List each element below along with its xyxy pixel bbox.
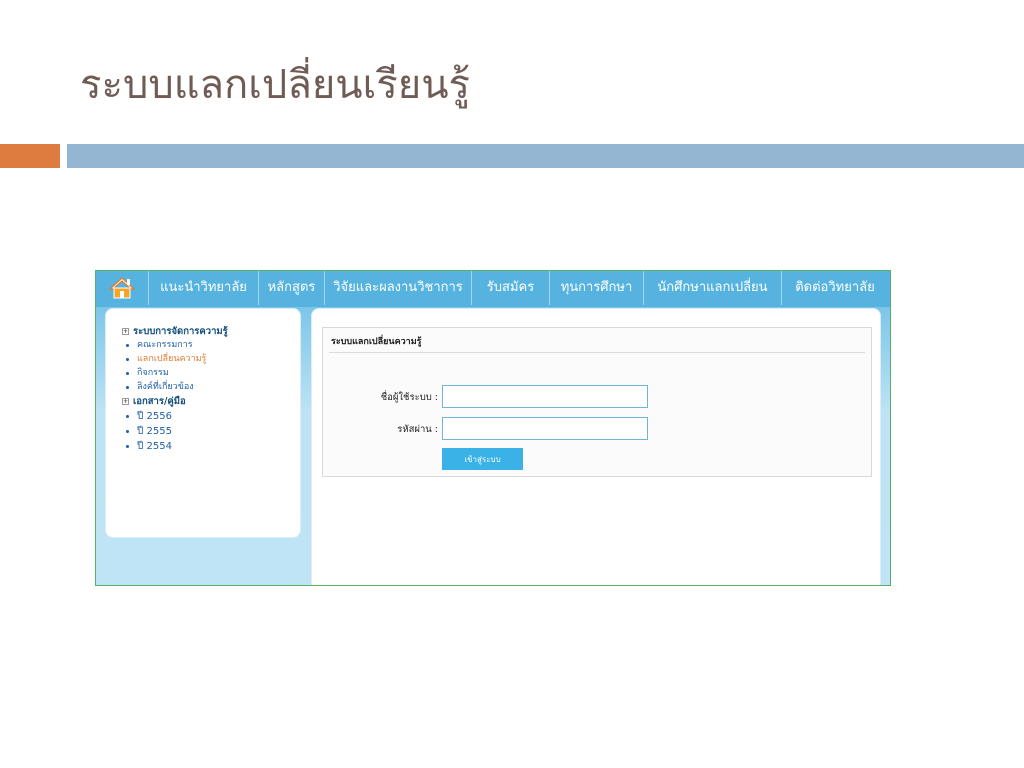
top-navigation: แนะนำวิทยาลัย หลักสูตร วิจัยและผลงานวิชา… — [96, 271, 890, 305]
sidebar-item-year-2555[interactable]: ปี 2555 — [122, 425, 300, 438]
expand-icon: + — [122, 327, 129, 335]
nav-item-exchange-students[interactable]: นักศึกษาแลกเปลี่ยน — [643, 271, 781, 305]
sidebar-item-label: ลิงค์ที่เกี่ยวข้อง — [137, 382, 194, 392]
sidebar-item-label: ปี 2555 — [137, 426, 172, 437]
panel-title: ระบบแลกเปลี่ยนความรู้ — [331, 337, 422, 347]
password-input[interactable] — [442, 417, 648, 440]
sidebar-item-related-links[interactable]: ลิงค์ที่เกี่ยวข้อง — [122, 381, 300, 394]
sidebar-section-label: ระบบการจัดการความรู้ — [133, 326, 228, 337]
nav-item-about[interactable]: แนะนำวิทยาลัย — [148, 271, 258, 305]
username-input[interactable] — [442, 385, 648, 408]
sidebar-section-label: เอกสาร/คู่มือ — [133, 396, 186, 407]
slide-title: ระบบแลกเปลี่ยนเรียนรู้ — [80, 62, 471, 108]
bullet-icon — [126, 430, 129, 433]
sidebar-item-label: ปี 2556 — [137, 411, 172, 422]
login-button[interactable]: เข้าสู่ระบบ — [442, 448, 523, 470]
sidebar-item-knowledge-exchange[interactable]: แลกเปลี่ยนความรู้ — [122, 353, 300, 366]
bullet-icon — [126, 358, 129, 361]
accent-bar-orange — [0, 144, 60, 168]
website-screenshot: แนะนำวิทยาลัย หลักสูตร วิจัยและผลงานวิชา… — [95, 270, 891, 586]
password-label: รหัสผ่าน : — [397, 424, 438, 435]
sidebar-item-label: คณะกรรมการ — [137, 340, 193, 350]
home-icon — [109, 277, 135, 299]
bullet-icon — [126, 445, 129, 448]
expand-icon: + — [122, 397, 129, 405]
bullet-icon — [126, 372, 129, 375]
sidebar-section-documents[interactable]: + เอกสาร/คู่มือ — [122, 395, 300, 408]
sidebar-item-label: แลกเปลี่ยนความรู้ — [137, 354, 207, 364]
login-panel: ระบบแลกเปลี่ยนความรู้ ชื่อผู้ใช้ระบบ : ร… — [322, 327, 872, 477]
divider — [329, 352, 865, 353]
sidebar: + ระบบการจัดการความรู้ คณะกรรมการ แลกเปล… — [105, 308, 301, 538]
sidebar-item-committee[interactable]: คณะกรรมการ — [122, 339, 300, 352]
nav-item-curriculum[interactable]: หลักสูตร — [258, 271, 324, 305]
nav-item-contact[interactable]: ติดต่อวิทยาลัย — [781, 271, 888, 305]
nav-item-research[interactable]: วิจัยและผลงานวิชาการ — [324, 271, 471, 305]
sidebar-section-km[interactable]: + ระบบการจัดการความรู้ — [122, 325, 300, 338]
sidebar-item-year-2554[interactable]: ปี 2554 — [122, 440, 300, 453]
sidebar-item-activities[interactable]: กิจกรรม — [122, 367, 300, 380]
sidebar-item-label: กิจกรรม — [137, 368, 169, 378]
bullet-icon — [126, 415, 129, 418]
bullet-icon — [126, 344, 129, 347]
main-content: ระบบแลกเปลี่ยนความรู้ ชื่อผู้ใช้ระบบ : ร… — [311, 308, 881, 585]
home-button[interactable] — [96, 271, 148, 305]
sidebar-item-label: ปี 2554 — [137, 441, 172, 452]
bullet-icon — [126, 386, 129, 389]
sidebar-item-year-2556[interactable]: ปี 2556 — [122, 410, 300, 423]
username-label: ชื่อผู้ใช้ระบบ : — [380, 392, 438, 403]
accent-bar-blue — [67, 144, 1024, 168]
nav-item-scholarship[interactable]: ทุนการศึกษา — [549, 271, 643, 305]
nav-item-admission[interactable]: รับสมัคร — [471, 271, 549, 305]
